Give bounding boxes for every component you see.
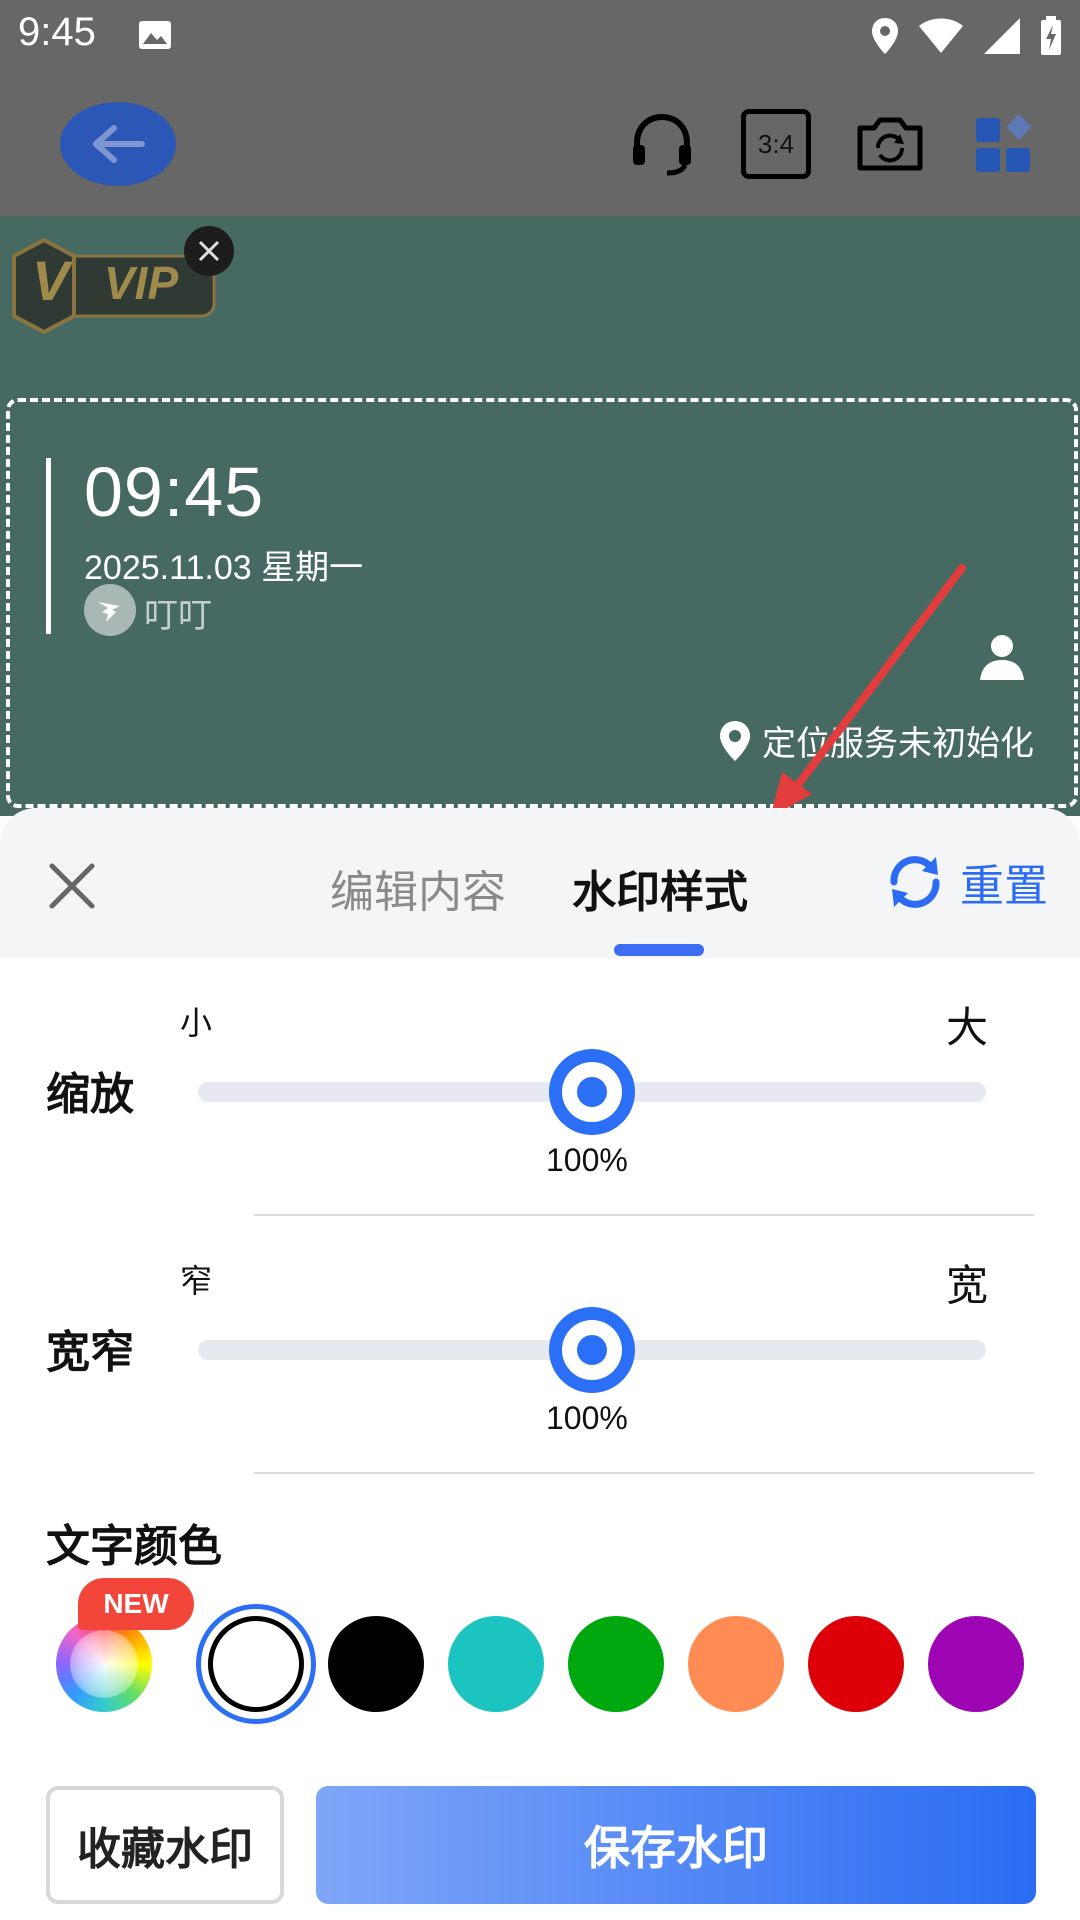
camera-switch-button[interactable] <box>854 108 926 180</box>
save-watermark-button[interactable]: 保存水印 <box>316 1786 1036 1904</box>
watermark-time: 09:45 <box>84 453 265 531</box>
location-icon <box>872 18 898 54</box>
color-swatch-black[interactable] <box>328 1616 424 1712</box>
ratio-button[interactable]: 3:4 <box>740 108 812 180</box>
tab-edit-content[interactable]: 编辑内容 <box>330 856 506 920</box>
arrow-left-icon <box>93 125 145 163</box>
apps-button[interactable] <box>968 108 1040 180</box>
tab-indicator <box>614 944 704 956</box>
vip-label: VIP <box>104 257 179 309</box>
status-time: 9:45 <box>18 10 96 54</box>
wifi-icon <box>919 18 963 53</box>
scale-slider-thumb[interactable] <box>549 1049 635 1135</box>
back-button[interactable] <box>60 102 176 186</box>
vip-close-button[interactable] <box>184 226 234 276</box>
divider <box>254 1472 1034 1474</box>
status-bar: 9:45 <box>0 0 1080 72</box>
width-min-label: 窄 <box>180 1262 213 1300</box>
sheet-header: 编辑内容 水印样式 重置 <box>0 808 1080 958</box>
width-slider-thumb[interactable] <box>549 1307 635 1393</box>
color-swatch-green[interactable] <box>568 1616 664 1712</box>
signal-icon <box>984 18 1020 54</box>
watermark-accent-bar <box>46 458 51 634</box>
width-label: 宽窄 <box>46 1327 134 1378</box>
battery-charging-icon <box>1041 16 1061 55</box>
person-icon <box>980 635 1024 680</box>
scale-label: 缩放 <box>46 1069 134 1120</box>
watermark-brand: 叮叮 <box>144 596 212 636</box>
vip-letter: V <box>32 249 70 312</box>
status-icons <box>870 14 1062 58</box>
close-icon[interactable] <box>44 858 100 914</box>
ratio-label: 3:4 <box>741 109 811 179</box>
camera-switch-icon <box>857 117 923 171</box>
bird-icon <box>98 602 120 622</box>
color-swatch-red[interactable] <box>808 1616 904 1712</box>
width-value: 100% <box>546 1400 628 1436</box>
close-icon <box>198 240 220 262</box>
headset-icon <box>633 113 691 176</box>
color-swatch-orange[interactable] <box>688 1616 784 1712</box>
red-arrow-annotation <box>770 564 966 818</box>
image-icon <box>139 21 171 49</box>
apps-grid-icon <box>976 115 1031 172</box>
color-swatch-white[interactable] <box>196 1604 316 1724</box>
collect-watermark-button[interactable]: 收藏水印 <box>46 1786 284 1904</box>
tab-watermark-style[interactable]: 水印样式 <box>572 856 748 920</box>
camera-toolbar: 3:4 <box>0 72 1080 216</box>
location-pin-icon <box>720 720 750 761</box>
color-swatch-teal[interactable] <box>448 1616 544 1712</box>
text-color-title: 文字颜色 <box>46 1521 222 1572</box>
divider <box>254 1214 1034 1216</box>
support-button[interactable] <box>626 108 698 180</box>
reset-label: 重置 <box>960 861 1048 912</box>
custom-color-wheel[interactable] <box>56 1616 152 1712</box>
new-badge: NEW <box>78 1578 194 1630</box>
brand-logo-icon <box>84 584 136 636</box>
watermark-style-sheet: 编辑内容 水印样式 重置 <box>0 808 1080 1920</box>
refresh-icon <box>890 856 940 908</box>
scale-value: 100% <box>546 1142 628 1178</box>
scale-min-label: 小 <box>180 1004 213 1042</box>
watermark-date: 2025.11.03 星期一 <box>84 549 364 587</box>
width-max-label: 宽 <box>945 1261 988 1310</box>
reset-button[interactable]: 重置 <box>884 850 1048 914</box>
scale-max-label: 大 <box>945 1003 988 1052</box>
color-swatch-purple[interactable] <box>928 1616 1024 1712</box>
